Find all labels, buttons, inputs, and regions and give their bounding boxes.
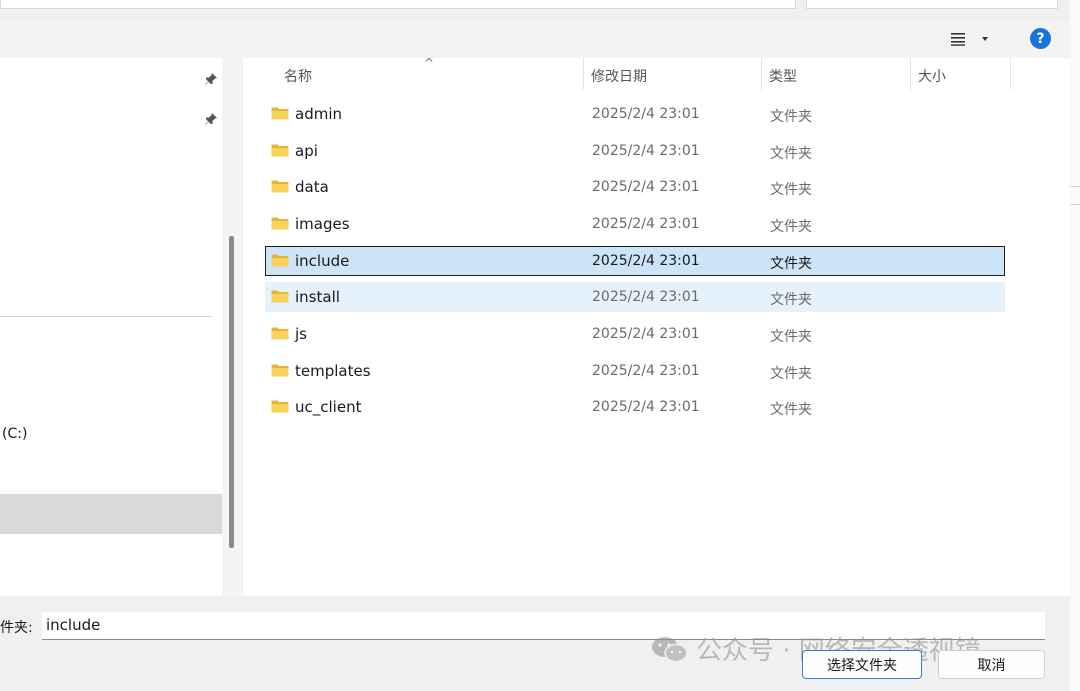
file-modified-date: 2025/2/4 23:01 [592, 143, 700, 159]
nav-item-selected[interactable] [0, 494, 222, 534]
toolbar [0, 20, 1070, 58]
file-type: 文件夹 [770, 219, 812, 235]
edge-line [1070, 204, 1080, 205]
folder-icon [271, 290, 289, 303]
folder-icon [271, 327, 289, 340]
file-name: js [295, 325, 307, 343]
window-edge [1070, 0, 1080, 691]
folder-icon [271, 400, 289, 413]
file-name: include [295, 252, 350, 270]
file-row[interactable]: api 2025/2/4 23:01 文件夹 [265, 136, 1005, 166]
file-modified-date: 2025/2/4 23:01 [592, 326, 700, 342]
file-row[interactable]: templates 2025/2/4 23:01 文件夹 [265, 356, 1005, 386]
folder-icon [271, 107, 289, 120]
file-modified-date: 2025/2/4 23:01 [592, 106, 700, 122]
file-name: admin [295, 105, 342, 123]
nav-divider [0, 316, 212, 317]
column-divider[interactable] [761, 58, 762, 90]
nav-scrollbar-thumb[interactable] [229, 236, 234, 548]
file-row[interactable]: uc_client 2025/2/4 23:01 文件夹 [265, 392, 1005, 422]
column-header-size[interactable]: 大小 [918, 66, 946, 86]
folder-icon [271, 254, 289, 267]
folder-icon [271, 364, 289, 377]
folder-field-label: 件夹: [0, 620, 33, 636]
folder-icon [271, 144, 289, 157]
file-name: uc_client [295, 398, 362, 416]
file-modified-date: 2025/2/4 23:01 [592, 399, 700, 415]
file-type: 文件夹 [770, 402, 812, 418]
file-row[interactable]: install 2025/2/4 23:01 文件夹 [265, 282, 1005, 312]
folder-icon [271, 180, 289, 193]
file-modified-date: 2025/2/4 23:01 [592, 363, 700, 379]
nav-item-drive-c[interactable]: (C:) [2, 426, 27, 442]
file-name: templates [295, 362, 371, 380]
file-type: 文件夹 [770, 182, 812, 198]
address-bar[interactable] [0, 0, 796, 9]
file-modified-date: 2025/2/4 23:01 [592, 179, 700, 195]
file-row[interactable]: images 2025/2/4 23:01 文件夹 [265, 209, 1005, 239]
pin-icon[interactable] [204, 72, 218, 86]
file-type: 文件夹 [770, 109, 812, 125]
file-modified-date: 2025/2/4 23:01 [592, 216, 700, 232]
file-type: 文件夹 [770, 366, 812, 382]
file-type: 文件夹 [770, 329, 812, 345]
file-type: 文件夹 [770, 292, 812, 308]
file-row[interactable]: data 2025/2/4 23:01 文件夹 [265, 172, 1005, 202]
file-modified-date: 2025/2/4 23:01 [592, 253, 700, 269]
file-modified-date: 2025/2/4 23:01 [592, 289, 700, 305]
file-name: install [295, 288, 340, 306]
search-input[interactable] [806, 0, 1058, 9]
help-icon[interactable]: ? [1030, 28, 1051, 49]
column-header-name[interactable]: 名称 [284, 66, 312, 86]
list-view-icon [951, 33, 965, 46]
column-header-modified[interactable]: 修改日期 [591, 66, 647, 86]
file-row[interactable]: include 2025/2/4 23:01 文件夹 [265, 246, 1005, 276]
folder-icon [271, 217, 289, 230]
wechat-logo-icon [652, 636, 688, 662]
file-type: 文件夹 [770, 256, 812, 272]
pin-icon[interactable] [204, 112, 218, 126]
column-divider[interactable] [910, 58, 911, 90]
view-options-button[interactable] [950, 26, 1000, 52]
cancel-button[interactable]: 取消 [938, 650, 1045, 679]
select-folder-button[interactable]: 选择文件夹 [802, 650, 922, 679]
file-name: data [295, 178, 329, 196]
column-divider[interactable] [1010, 58, 1011, 90]
file-list: 名称 ^ 修改日期 类型 大小 admin 2025/2/4 23:01 文件夹 ap… [243, 56, 1070, 596]
file-row[interactable]: js 2025/2/4 23:01 文件夹 [265, 319, 1005, 349]
chevron-down-icon [982, 37, 988, 41]
edge-line [1070, 186, 1080, 187]
file-type: 文件夹 [770, 146, 812, 162]
file-name: api [295, 142, 318, 160]
file-row[interactable]: admin 2025/2/4 23:01 文件夹 [265, 99, 1005, 129]
file-name: images [295, 215, 350, 233]
column-header-type[interactable]: 类型 [769, 66, 797, 86]
sort-ascending-icon: ^ [424, 56, 435, 70]
column-divider[interactable] [583, 58, 584, 90]
